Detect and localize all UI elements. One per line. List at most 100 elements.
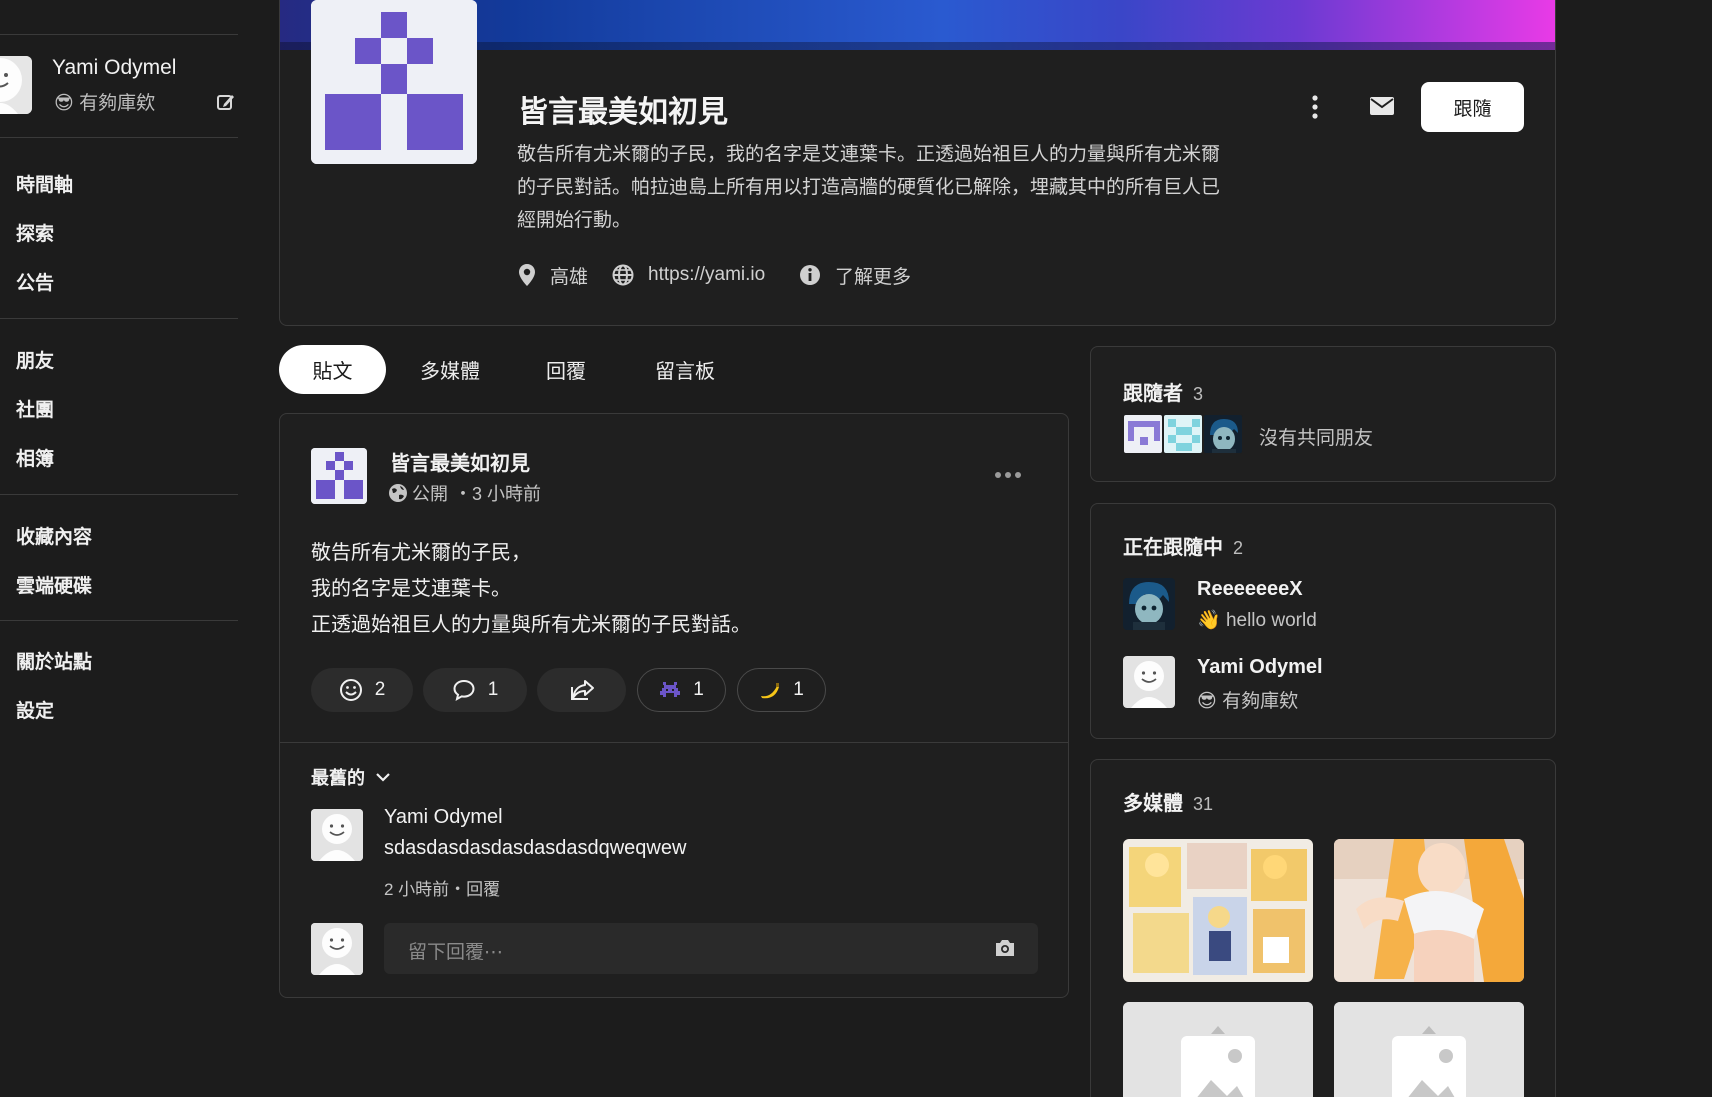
following-user-status: 😎 有夠庫欸 <box>1197 686 1298 713</box>
banana-icon <box>761 683 780 699</box>
media-count: 31 <box>1193 794 1214 814</box>
camera-icon[interactable] <box>994 938 1016 958</box>
following-title[interactable]: 正在跟隨中 2 <box>1123 531 1243 560</box>
follower-avatar[interactable] <box>1163 414 1203 454</box>
sidebar-user-card[interactable]: Yami Odymel 😎 有夠庫欸 <box>0 52 238 118</box>
following-user-name[interactable]: ReeeeeeeX <box>1197 578 1303 601</box>
sidebar-user-name[interactable]: Yami Odymel <box>52 56 176 80</box>
followers-card: 跟隨者 3 沒有共同朋友 <box>1090 346 1556 482</box>
sidebar-item-saved[interactable]: 收藏內容 <box>16 522 92 549</box>
avatar[interactable] <box>0 56 32 114</box>
tab-posts[interactable]: 貼文 <box>279 345 386 394</box>
sidebar-divider <box>0 137 238 138</box>
chevron-down-icon <box>376 773 390 782</box>
tab-replies[interactable]: 回覆 <box>534 345 598 394</box>
kebab-menu-icon[interactable] <box>1305 92 1325 122</box>
post-author-name[interactable]: 皆言最美如初見 <box>390 447 530 476</box>
status-text: hello world <box>1225 610 1317 631</box>
share-button[interactable] <box>537 668 626 712</box>
media-card: 多媒體 31 <box>1090 759 1556 1097</box>
following-label: 正在跟隨中 <box>1123 537 1223 559</box>
follower-avatar[interactable] <box>1123 414 1163 454</box>
sidebar-item-groups[interactable]: 社團 <box>16 395 54 422</box>
edit-icon[interactable] <box>216 92 236 112</box>
mutual-friends-note: 沒有共同朋友 <box>1259 428 1374 449</box>
status-emoji: 😎 <box>1197 691 1217 712</box>
mail-icon[interactable] <box>1369 95 1395 117</box>
profile-bio: 敬告所有尤米爾的子民，我的名字是艾連葉卡。正透過始祖巨人的力量與所有尤米爾的子民… <box>517 144 1221 231</box>
post-visibility: 公開 <box>412 484 448 504</box>
more-horizontal-icon[interactable] <box>993 468 1023 482</box>
status-text: 有夠庫欸 <box>79 93 156 114</box>
sidebar-divider <box>0 34 238 35</box>
sidebar-item-timeline[interactable]: 時間軸 <box>16 170 73 197</box>
reply-input[interactable]: 留下回覆⋯ <box>384 923 1038 974</box>
profile-avatar[interactable] <box>311 0 477 164</box>
media-label: 多媒體 <box>1123 793 1183 815</box>
reaction-button[interactable]: 2 <box>311 668 413 712</box>
following-user-avatar[interactable] <box>1123 656 1175 708</box>
status-emoji: 👋 <box>1197 610 1221 631</box>
reply-placeholder: 留下回覆⋯ <box>408 942 504 963</box>
reaction-count: 2 <box>374 679 386 700</box>
followers-title[interactable]: 跟隨者 3 <box>1123 377 1203 406</box>
profile-location: 高雄 <box>518 262 588 288</box>
status-emoji: 😎 <box>54 93 74 114</box>
tab-guestbook[interactable]: 留言板 <box>645 345 725 394</box>
post-text-line: 我的名字是艾連葉卡。 <box>311 578 511 600</box>
current-user-avatar <box>311 923 363 975</box>
follow-button[interactable]: 跟隨 <box>1421 82 1524 132</box>
emoji-reaction-count: 1 <box>793 679 804 700</box>
profile-more-info[interactable]: 了解更多 <box>799 262 911 288</box>
media-title[interactable]: 多媒體 31 <box>1123 787 1213 816</box>
globe-icon <box>389 484 407 502</box>
comment-author-avatar[interactable] <box>311 809 363 861</box>
left-sidebar: Yami Odymel 😎 有夠庫欸 時間軸 探索 公告 朋友 社團 相簿 收藏… <box>0 0 238 1097</box>
sidebar-item-settings[interactable]: 設定 <box>16 696 54 723</box>
status-text: 有夠庫欸 <box>1222 691 1299 712</box>
following-user-avatar[interactable] <box>1123 578 1175 630</box>
share-icon <box>570 680 594 700</box>
following-user-status: 👋 hello world <box>1197 608 1317 632</box>
following-count: 2 <box>1233 538 1244 558</box>
sidebar-item-about[interactable]: 關於站點 <box>16 647 92 674</box>
image-placeholder-icon <box>1123 1002 1313 1097</box>
emoji-reaction-button[interactable]: 1 <box>737 668 826 712</box>
profile-website[interactable]: https://yami.io <box>612 262 765 288</box>
sidebar-item-explore[interactable]: 探索 <box>16 219 54 246</box>
media-thumbnail[interactable] <box>1123 839 1313 982</box>
comment-count: 1 <box>487 679 499 700</box>
sidebar-item-drive[interactable]: 雲端硬碟 <box>16 571 92 598</box>
comment-sort-dropdown[interactable]: 最舊的 <box>311 764 391 790</box>
map-pin-icon <box>519 264 535 286</box>
alien-monster-icon <box>660 682 681 697</box>
sidebar-item-albums[interactable]: 相簿 <box>16 444 54 471</box>
location-text: 高雄 <box>550 266 589 288</box>
image-placeholder-icon <box>1334 1002 1524 1097</box>
sort-label: 最舊的 <box>311 768 365 788</box>
comment-author-name[interactable]: Yami Odymel <box>384 806 503 829</box>
sidebar-item-friends[interactable]: 朋友 <box>16 346 54 373</box>
sidebar-item-announcements[interactable]: 公告 <box>16 268 54 295</box>
post-text-line: 敬告所有尤米爾的子民， <box>311 542 531 564</box>
website-link[interactable]: https://yami.io <box>648 264 765 286</box>
globe-icon <box>612 264 634 286</box>
tab-media[interactable]: 多媒體 <box>408 345 492 394</box>
following-user-name[interactable]: Yami Odymel <box>1197 656 1323 679</box>
emoji-reaction-count: 1 <box>693 679 704 700</box>
sidebar-divider <box>0 494 238 495</box>
media-thumbnail[interactable] <box>1334 839 1524 982</box>
emoji-reaction-button[interactable]: 1 <box>637 668 726 712</box>
post-author-avatar[interactable] <box>311 448 367 504</box>
post-meta: 公開 ・3 小時前 <box>388 480 541 506</box>
sidebar-divider <box>0 318 238 319</box>
info-icon <box>800 265 820 285</box>
sidebar-divider <box>0 620 238 621</box>
more-info-link[interactable]: 了解更多 <box>835 262 911 289</box>
follower-avatar[interactable] <box>1203 414 1243 454</box>
comment-button[interactable]: 1 <box>423 668 527 712</box>
sidebar-user-status: 😎 有夠庫欸 <box>54 88 155 115</box>
media-placeholder[interactable] <box>1334 1002 1524 1097</box>
media-placeholder[interactable] <box>1123 1002 1313 1097</box>
comment-meta[interactable]: 2 小時前・回覆 <box>384 875 500 900</box>
